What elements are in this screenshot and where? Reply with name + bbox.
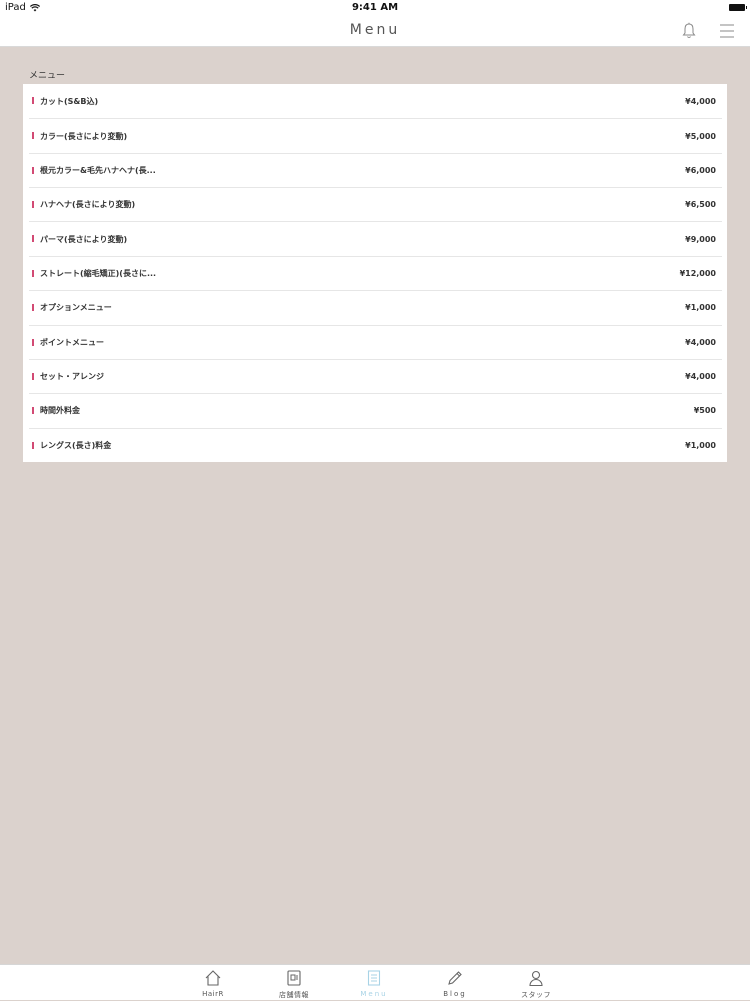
accent-bar (32, 166, 34, 174)
accent-bar (32, 304, 34, 312)
menu-item[interactable]: セット・アレンジ ¥4,000 (29, 358, 722, 393)
menu-item[interactable]: 時間外料金 ¥500 (29, 393, 722, 427)
tab-blog[interactable]: Blog (425, 965, 485, 1001)
tab-label: HairR (202, 990, 224, 998)
hamburger-menu-icon[interactable] (719, 23, 735, 39)
pencil-icon (448, 971, 462, 985)
accent-bar (32, 97, 34, 104)
menu-item-name: ポイントメニュー (40, 337, 104, 347)
tab-staff[interactable]: スタッフ (506, 965, 566, 1001)
tab-menu[interactable]: Menu (344, 965, 404, 1001)
status-bar: iPad 9:41 AM (0, 0, 750, 16)
accent-bar (32, 235, 34, 243)
menu-item-name: ストレート(縮毛矯正)(長さに... (40, 268, 157, 278)
bell-icon[interactable] (681, 22, 697, 40)
menu-item[interactable]: オプションメニュー ¥1,000 (29, 290, 722, 324)
tab-shop-info[interactable]: 店舗情報 (264, 965, 324, 1001)
menu-item-price: ¥6,500 (685, 200, 716, 210)
menu-list: カット(S&B込) ¥4,000 カラー(長さにより変動) ¥5,000 根元カ… (23, 84, 727, 462)
menu-item-name: オプションメニュー (40, 303, 112, 313)
menu-item-name: パーマ(長さにより変動) (40, 234, 128, 244)
menu-item-price: ¥1,000 (685, 303, 716, 313)
accent-bar (32, 201, 34, 209)
menu-item[interactable]: ストレート(縮毛矯正)(長さに... ¥12,000 (29, 255, 722, 290)
menu-item-price: ¥5,000 (685, 131, 716, 141)
menu-item[interactable]: レングス(長さ)料金 ¥1,000 (29, 427, 722, 462)
menu-item-name: 時間外料金 (40, 406, 80, 416)
tab-bar: HairR 店舗情報 Menu Blog スタッフ (0, 964, 750, 1000)
menu-item[interactable]: カラー(長さにより変動) ¥5,000 (29, 118, 722, 152)
menu-item-price: ¥4,000 (685, 96, 716, 106)
menu-item-name: 根元カラー&毛先ハナヘナ(長... (40, 165, 156, 175)
menu-item-price: ¥4,000 (685, 337, 716, 347)
tab-label: Blog (443, 990, 467, 998)
tab-label: スタッフ (521, 991, 551, 999)
accent-bar (32, 407, 34, 415)
menu-item[interactable]: ポイントメニュー ¥4,000 (29, 324, 722, 359)
menu-item-name: カラー(長さにより変動) (40, 131, 128, 141)
menu-item-name: カット(S&B込) (40, 96, 99, 106)
menu-item-price: ¥12,000 (679, 268, 716, 278)
status-time: 9:41 AM (351, 2, 399, 13)
tab-label: 店舗情報 (279, 991, 309, 999)
accent-bar (32, 132, 34, 140)
menu-item-price: ¥500 (693, 406, 716, 416)
menu-list-icon (367, 970, 381, 986)
menu-item[interactable]: パーマ(長さにより変動) ¥9,000 (29, 221, 722, 255)
menu-item[interactable]: ハナヘナ(長さにより変動) ¥6,500 (29, 187, 722, 221)
battery-icon (729, 4, 747, 11)
tab-hairr[interactable]: HairR (183, 965, 243, 1001)
menu-item-name: ハナヘナ(長さにより変動) (40, 200, 136, 210)
menu-item-price: ¥9,000 (685, 234, 716, 244)
section-label: メニュー (29, 71, 66, 81)
menu-item-price: ¥6,000 (685, 165, 716, 175)
menu-item-price: ¥4,000 (685, 372, 716, 382)
accent-bar (32, 338, 34, 346)
accent-bar (32, 441, 34, 449)
page-title: Menu (349, 22, 401, 38)
shop-info-icon (287, 970, 301, 986)
home-icon (205, 970, 221, 986)
person-icon (529, 970, 543, 987)
menu-item-name: レングス(長さ)料金 (40, 440, 112, 450)
accent-bar (32, 269, 34, 277)
menu-item[interactable]: 根元カラー&毛先ハナヘナ(長... ¥6,000 (29, 152, 722, 187)
menu-item-price: ¥1,000 (685, 440, 716, 450)
tab-label: Menu (360, 990, 388, 998)
menu-item-name: セット・アレンジ (40, 372, 104, 382)
menu-item[interactable]: カット(S&B込) ¥4,000 (23, 84, 722, 118)
nav-bar: Menu (0, 16, 750, 47)
accent-bar (32, 372, 34, 380)
